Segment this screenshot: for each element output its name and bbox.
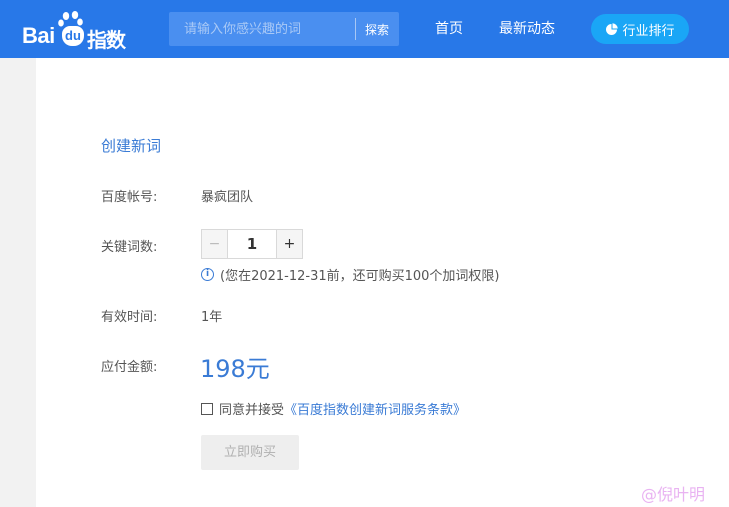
search-box: 探索 (169, 12, 399, 46)
search-input[interactable] (169, 12, 355, 46)
decrement-button[interactable]: − (202, 230, 228, 258)
duration-label: 有效时间: (101, 310, 158, 325)
keyword-count-stepper: − 1 + (201, 229, 303, 259)
terms-link[interactable]: 《百度指数创建新词服务条款》 (284, 399, 466, 418)
terms-agreement: 同意并接受 《百度指数创建新词服务条款》 (201, 399, 466, 418)
nav-latest-news[interactable]: 最新动态 (499, 18, 555, 38)
logo-text-zhishu: 指数 (87, 28, 126, 52)
info-icon: i (201, 268, 214, 281)
increment-button[interactable]: + (276, 230, 302, 258)
top-navigation-bar: Bai du 指数 探索 首页 最新动态 行业排行 (0, 0, 729, 58)
industry-rank-button[interactable]: 行业排行 (591, 14, 689, 44)
account-label: 百度帐号: (101, 190, 158, 205)
rank-button-label: 行业排行 (622, 23, 675, 39)
nav-home[interactable]: 首页 (435, 18, 463, 38)
rank-icon (606, 22, 619, 35)
keyword-count-label: 关键词数: (101, 240, 158, 255)
duration-value: 1年 (201, 310, 223, 325)
purchase-note: i (您在2021-12-31前，还可购买100个加词权限) (201, 265, 500, 284)
baidu-index-logo[interactable]: Bai du 指数 (22, 11, 132, 52)
watermark: @倪叶明 (641, 485, 706, 504)
buy-now-button[interactable]: 立即购买 (201, 435, 299, 470)
logo-text-bai: Bai (22, 23, 55, 48)
purchase-note-text: (您在2021-12-31前，还可购买100个加词权限) (220, 269, 500, 284)
agree-checkbox[interactable] (201, 402, 213, 415)
amount-label: 应付金额: (101, 360, 158, 375)
explore-button[interactable]: 探索 (356, 21, 398, 38)
amount-value: 198元 (200, 355, 270, 383)
page-title: 创建新词 (101, 137, 162, 155)
logo-text-du: du (62, 26, 84, 46)
account-value: 暴疯团队 (201, 190, 254, 205)
agree-text: 同意并接受 (219, 403, 285, 418)
keyword-count-value[interactable]: 1 (228, 230, 276, 258)
